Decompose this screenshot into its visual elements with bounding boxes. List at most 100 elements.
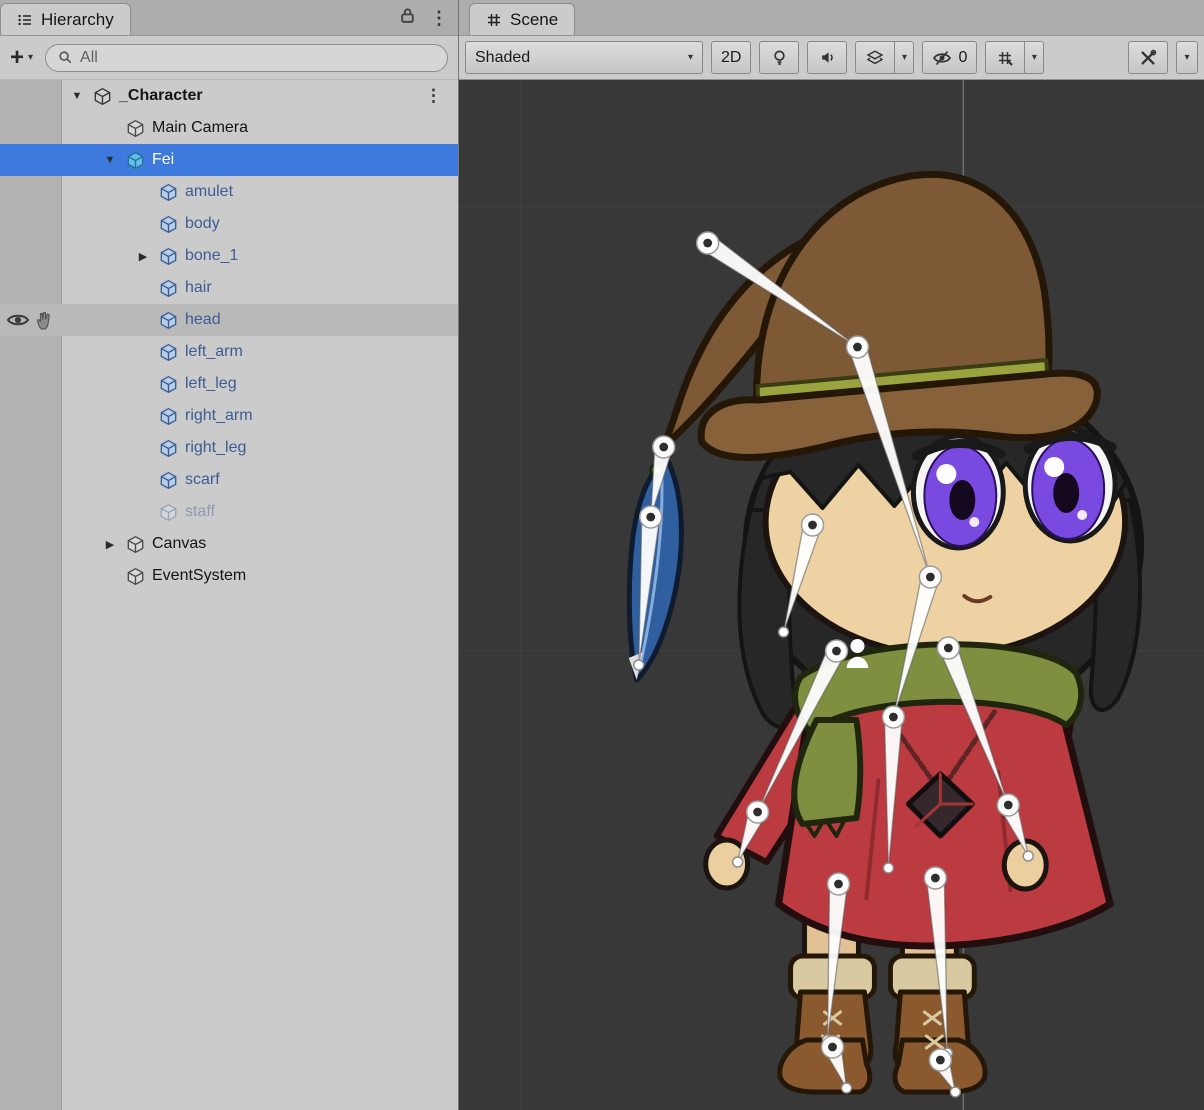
toggle-2d-button[interactable]: 2D xyxy=(711,41,751,74)
disclosure-arrow-icon[interactable]: ▶ xyxy=(97,538,123,551)
toggle-2d-label: 2D xyxy=(721,49,741,67)
hierarchy-item-label: amulet xyxy=(185,183,233,201)
hierarchy-item-label: right_leg xyxy=(185,439,246,457)
list-icon xyxy=(17,12,33,28)
eye-slash-icon xyxy=(932,50,952,66)
row-gutter-controls xyxy=(0,306,62,334)
gameobject-cube-icon xyxy=(156,246,180,266)
hierarchy-item-label: right_arm xyxy=(185,407,253,425)
hierarchy-item-canvas[interactable]: ▶ Canvas xyxy=(0,528,458,560)
hierarchy-item-bone_1[interactable]: ▶ bone_1 xyxy=(0,240,458,272)
scene-tabbar: Scene xyxy=(459,0,1204,36)
hierarchy-tree: ▼_Character⋮ Main Camera ▼ Fei amulet body ▶ bo… xyxy=(0,80,458,592)
layers-icon xyxy=(866,50,884,65)
search-placeholder: All xyxy=(80,49,98,67)
hierarchy-panel: Hierarchy ⋮ + ▾ All ▼_Character⋮Mai xyxy=(0,0,458,1110)
hierarchy-item-label: left_leg xyxy=(185,375,237,393)
scene-canvas xyxy=(459,80,1204,1110)
hierarchy-item-label: Fei xyxy=(152,151,174,169)
hierarchy-tab-tools: ⋮ xyxy=(399,0,448,36)
tab-scene[interactable]: Scene xyxy=(469,3,575,35)
gameobject-cube-icon xyxy=(156,406,180,426)
tab-scene-label: Scene xyxy=(510,10,558,30)
gameobject-cube-icon xyxy=(156,502,180,522)
scene-effects-button[interactable] xyxy=(855,41,895,74)
hierarchy-item-left_arm[interactable]: left_arm xyxy=(0,336,458,368)
add-object-button[interactable]: + ▾ xyxy=(10,46,33,70)
gameobject-cube-icon xyxy=(156,438,180,458)
hierarchy-item-label: scarf xyxy=(185,471,220,489)
unity-editor-window: Hierarchy ⋮ + ▾ All ▼_Character⋮Mai xyxy=(0,0,1204,1110)
eye-right xyxy=(1025,429,1115,541)
hierarchy-item-eventsystem[interactable]: EventSystem xyxy=(0,560,458,592)
hierarchy-item-staff[interactable]: staff xyxy=(0,496,458,528)
chevron-down-icon: ▾ xyxy=(902,52,907,63)
lightbulb-icon xyxy=(771,49,788,66)
tab-hierarchy[interactable]: Hierarchy xyxy=(0,3,131,35)
hierarchy-item-label: EventSystem xyxy=(152,567,246,585)
prefab-cube-icon xyxy=(123,150,147,170)
scene-audio-button[interactable] xyxy=(807,41,847,74)
hierarchy-item-body[interactable]: body xyxy=(0,208,458,240)
gameobject-cube-icon xyxy=(156,374,180,394)
scene-effects-group: ▾ xyxy=(855,41,914,74)
disclosure-arrow-icon[interactable]: ▶ xyxy=(130,250,156,263)
eye-left xyxy=(913,436,1003,548)
hierarchy-item-head[interactable]: head xyxy=(0,304,458,336)
hierarchy-item-_character[interactable]: ▼_Character⋮ xyxy=(0,80,458,112)
gameobject-cube-icon xyxy=(156,182,180,202)
gameobject-cube-icon xyxy=(156,278,180,298)
chevron-down-icon: ▾ xyxy=(1184,52,1189,63)
scene-panel: Scene Shaded ▾ 2D xyxy=(458,0,1204,1110)
hierarchy-item-scarf[interactable]: scarf xyxy=(0,464,458,496)
hierarchy-item-label: head xyxy=(185,311,221,329)
chevron-down-icon: ▾ xyxy=(1032,52,1037,63)
picking-hand-icon[interactable] xyxy=(34,310,55,331)
hierarchy-item-amulet[interactable]: amulet xyxy=(0,176,458,208)
boots xyxy=(780,956,985,1092)
hidden-count-label: 0 xyxy=(958,49,967,67)
character-sprite-fei xyxy=(629,174,1141,1092)
hierarchy-toolbar: + ▾ All xyxy=(0,36,458,80)
hierarchy-item-label: body xyxy=(185,215,220,233)
hierarchy-tabbar: Hierarchy ⋮ xyxy=(0,0,458,36)
hierarchy-item-label: Main Camera xyxy=(152,119,248,137)
scene-effects-dropdown[interactable]: ▾ xyxy=(895,41,914,74)
shading-mode-label: Shaded xyxy=(475,49,530,67)
gameobject-cube-icon xyxy=(123,566,147,586)
visibility-eye-icon[interactable] xyxy=(6,312,30,328)
scene-viewport[interactable] xyxy=(459,80,1204,1110)
grid-icon xyxy=(486,12,502,28)
gameobject-cube-icon xyxy=(156,470,180,490)
hierarchy-item-fei[interactable]: ▼ Fei xyxy=(0,144,458,176)
chevron-down-icon: ▾ xyxy=(688,52,693,63)
hierarchy-item-label: bone_1 xyxy=(185,247,238,265)
kebab-menu-icon[interactable]: ⋮ xyxy=(430,9,448,27)
gameobject-cube-icon xyxy=(156,310,180,330)
disclosure-arrow-icon[interactable]: ▼ xyxy=(97,154,123,166)
toolbar-overflow-dropdown[interactable]: ▾ xyxy=(1176,41,1198,74)
grid-settings-dropdown[interactable]: ▾ xyxy=(1025,41,1044,74)
component-tools-button[interactable] xyxy=(1128,41,1168,74)
kebab-menu-icon[interactable]: ⋮ xyxy=(425,86,442,106)
grid-settings-button[interactable] xyxy=(985,41,1025,74)
plus-icon: + xyxy=(10,46,24,70)
tab-hierarchy-label: Hierarchy xyxy=(41,10,114,30)
shading-mode-dropdown[interactable]: Shaded ▾ xyxy=(465,41,703,74)
unity-scene-icon xyxy=(90,86,114,106)
disclosure-arrow-icon[interactable]: ▼ xyxy=(64,90,90,102)
lock-icon[interactable] xyxy=(399,7,416,29)
hierarchy-item-main-camera[interactable]: Main Camera xyxy=(0,112,458,144)
hierarchy-item-right_leg[interactable]: right_leg xyxy=(0,432,458,464)
scene-visibility-button[interactable]: 0 xyxy=(922,41,977,74)
hierarchy-item-label: left_arm xyxy=(185,343,243,361)
gameobject-cube-icon xyxy=(123,118,147,138)
hierarchy-search-input[interactable]: All xyxy=(45,44,448,72)
hierarchy-item-hair[interactable]: hair xyxy=(0,272,458,304)
scene-lighting-button[interactable] xyxy=(759,41,799,74)
hierarchy-item-left_leg[interactable]: left_leg xyxy=(0,368,458,400)
gameobject-cube-icon xyxy=(156,342,180,362)
hierarchy-item-label: Canvas xyxy=(152,535,206,553)
grid-snap-icon xyxy=(997,50,1013,66)
hierarchy-item-right_arm[interactable]: right_arm xyxy=(0,400,458,432)
